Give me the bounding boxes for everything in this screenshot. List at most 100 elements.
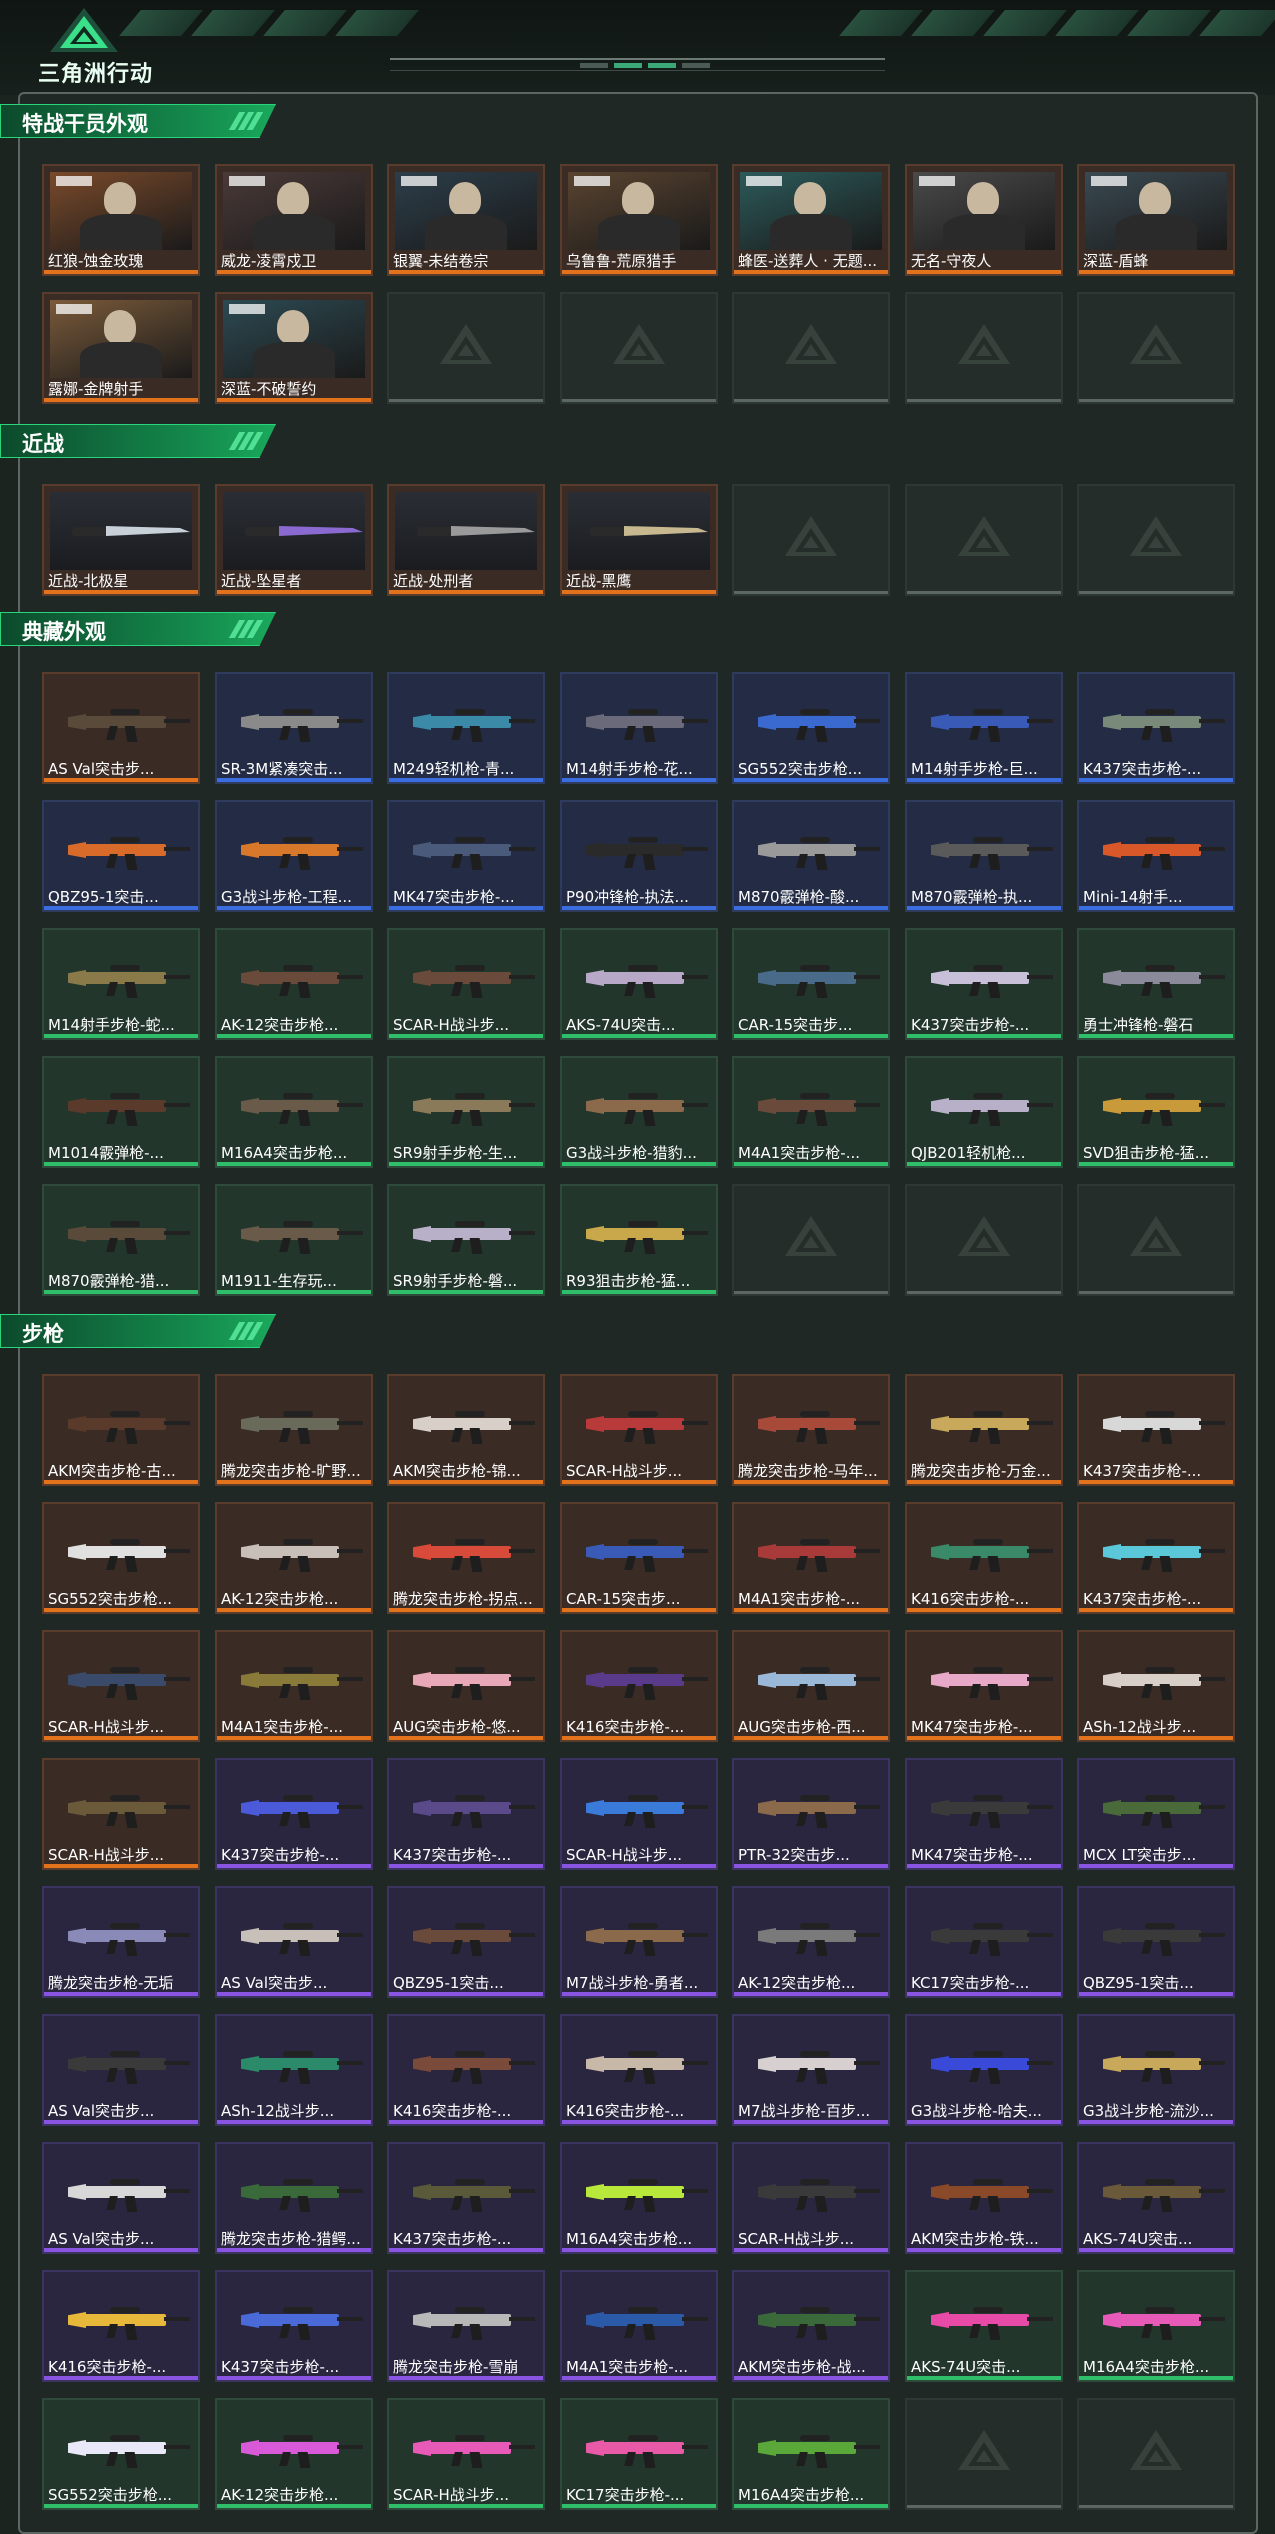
skin-card[interactable]: SCAR-H战斗步... (732, 2142, 890, 2254)
skin-card[interactable]: 腾龙突击步枪-拐点... (387, 1502, 545, 1614)
skin-card[interactable]: K437突击步枪-... (1077, 672, 1235, 784)
skin-card[interactable]: KC17突击步枪-... (560, 2398, 718, 2510)
skin-card[interactable]: QJB201轻机枪... (905, 1056, 1063, 1168)
skin-card[interactable]: AS Val突击步... (42, 2014, 200, 2126)
skin-card[interactable]: M870霰弹枪-猎... (42, 1184, 200, 1296)
skin-card[interactable]: AS Val突击步... (215, 1886, 373, 1998)
skin-card[interactable]: SCAR-H战斗步... (387, 2398, 545, 2510)
skin-card[interactable]: ASh-12战斗步... (1077, 1630, 1235, 1742)
skin-card[interactable]: 乌鲁鲁-荒原猎手 (560, 164, 718, 276)
skin-card[interactable]: PTR-32突击步... (732, 1758, 890, 1870)
skin-card[interactable]: AKM突击步枪-战... (732, 2270, 890, 2382)
skin-card[interactable]: 腾龙突击步枪-万金... (905, 1374, 1063, 1486)
skin-card[interactable]: K416突击步枪-... (42, 2270, 200, 2382)
skin-card[interactable]: SVD狙击步枪-猛... (1077, 1056, 1235, 1168)
skin-card[interactable]: 腾龙突击步枪-雪崩 (387, 2270, 545, 2382)
skin-card[interactable]: AKS-74U突击... (1077, 2142, 1235, 2254)
skin-card[interactable]: G3战斗步枪-猎豹... (560, 1056, 718, 1168)
skin-card[interactable]: KC17突击步枪-... (905, 1886, 1063, 1998)
skin-card[interactable]: SCAR-H战斗步... (42, 1630, 200, 1742)
skin-card[interactable]: M16A4突击步枪... (732, 2398, 890, 2510)
skin-card[interactable]: K416突击步枪-... (905, 1502, 1063, 1614)
skin-card[interactable]: M4A1突击步枪-... (215, 1630, 373, 1742)
skin-card[interactable]: K437突击步枪-... (1077, 1502, 1235, 1614)
skin-card[interactable]: M16A4突击步枪... (560, 2142, 718, 2254)
skin-card[interactable]: M1014霰弹枪-... (42, 1056, 200, 1168)
skin-card[interactable]: M14射手步枪-蛇... (42, 928, 200, 1040)
skin-card[interactable]: SCAR-H战斗步... (387, 928, 545, 1040)
skin-card[interactable]: M16A4突击步枪... (215, 1056, 373, 1168)
skin-card[interactable]: G3战斗步枪-工程... (215, 800, 373, 912)
skin-card[interactable]: CAR-15突击步... (732, 928, 890, 1040)
skin-card[interactable]: 腾龙突击步枪-马年... (732, 1374, 890, 1486)
skin-card[interactable]: M7战斗步枪-百步... (732, 2014, 890, 2126)
skin-card[interactable]: M4A1突击步枪-... (732, 1056, 890, 1168)
skin-card[interactable]: K437突击步枪-... (1077, 1374, 1235, 1486)
skin-card[interactable]: M14射手步枪-巨... (905, 672, 1063, 784)
skin-card[interactable]: 威龙-凌霄戍卫 (215, 164, 373, 276)
skin-card[interactable]: 银翼-未结卷宗 (387, 164, 545, 276)
skin-card[interactable]: AKS-74U突击... (905, 2270, 1063, 2382)
skin-card[interactable]: AUG突击步枪-悠... (387, 1630, 545, 1742)
skin-card[interactable]: QBZ95-1突击... (387, 1886, 545, 1998)
skin-card[interactable]: M16A4突击步枪... (1077, 2270, 1235, 2382)
skin-card[interactable]: QBZ95-1突击... (1077, 1886, 1235, 1998)
skin-card[interactable]: K437突击步枪-... (387, 2142, 545, 2254)
skin-card[interactable]: 深蓝-盾蜂 (1077, 164, 1235, 276)
skin-card[interactable]: AK-12突击步枪... (215, 1502, 373, 1614)
skin-card[interactable]: SR-3M紧凑突击... (215, 672, 373, 784)
skin-card[interactable]: SR9射手步枪-生... (387, 1056, 545, 1168)
skin-card[interactable]: K416突击步枪-... (560, 1630, 718, 1742)
skin-card[interactable]: G3战斗步枪-流沙... (1077, 2014, 1235, 2126)
skin-card[interactable]: 深蓝-不破誓约 (215, 292, 373, 404)
skin-card[interactable]: 近战-坠星者 (215, 484, 373, 596)
skin-card[interactable]: SG552突击步枪... (42, 2398, 200, 2510)
skin-card[interactable]: SCAR-H战斗步... (42, 1758, 200, 1870)
skin-card[interactable]: SR9射手步枪-磐... (387, 1184, 545, 1296)
skin-card[interactable]: 露娜-金牌射手 (42, 292, 200, 404)
skin-card[interactable]: MK47突击步枪-... (905, 1630, 1063, 1742)
skin-card[interactable]: M7战斗步枪-勇者... (560, 1886, 718, 1998)
skin-card[interactable]: M249轻机枪-青... (387, 672, 545, 784)
skin-card[interactable]: 无名-守夜人 (905, 164, 1063, 276)
skin-card[interactable]: SCAR-H战斗步... (560, 1758, 718, 1870)
skin-card[interactable]: AK-12突击步枪... (215, 2398, 373, 2510)
skin-card[interactable]: SG552突击步枪... (732, 672, 890, 784)
skin-card[interactable]: ASh-12战斗步... (215, 2014, 373, 2126)
skin-card[interactable]: 腾龙突击步枪-无垢 (42, 1886, 200, 1998)
skin-card[interactable]: K437突击步枪-... (215, 2270, 373, 2382)
skin-card[interactable]: AKM突击步枪-锦... (387, 1374, 545, 1486)
skin-card[interactable]: QBZ95-1突击... (42, 800, 200, 912)
skin-card[interactable]: 红狼-蚀金玫瑰 (42, 164, 200, 276)
skin-card[interactable]: M4A1突击步枪-... (560, 2270, 718, 2382)
skin-card[interactable]: 腾龙突击步枪-旷野... (215, 1374, 373, 1486)
skin-card[interactable]: Mini-14射手... (1077, 800, 1235, 912)
skin-card[interactable]: M870霰弹枪-酸... (732, 800, 890, 912)
skin-card[interactable]: CAR-15突击步... (560, 1502, 718, 1614)
skin-card[interactable]: 勇士冲锋枪-磐石 (1077, 928, 1235, 1040)
skin-card[interactable]: SG552突击步枪... (42, 1502, 200, 1614)
skin-card[interactable]: AK-12突击步枪... (732, 1886, 890, 1998)
skin-card[interactable]: AK-12突击步枪... (215, 928, 373, 1040)
skin-card[interactable]: AKM突击步枪-古... (42, 1374, 200, 1486)
skin-card[interactable]: 腾龙突击步枪-猎鳄... (215, 2142, 373, 2254)
skin-card[interactable]: K437突击步枪-... (387, 1758, 545, 1870)
skin-card[interactable]: AUG突击步枪-西... (732, 1630, 890, 1742)
skin-card[interactable]: SCAR-H战斗步... (560, 1374, 718, 1486)
skin-card[interactable]: 近战-处刑者 (387, 484, 545, 596)
skin-card[interactable]: AKS-74U突击... (560, 928, 718, 1040)
skin-card[interactable]: K437突击步枪-... (905, 928, 1063, 1040)
skin-card[interactable]: K416突击步枪-... (387, 2014, 545, 2126)
skin-card[interactable]: M870霰弹枪-执... (905, 800, 1063, 912)
skin-card[interactable]: MK47突击步枪-... (905, 1758, 1063, 1870)
skin-card[interactable]: G3战斗步枪-哈夫... (905, 2014, 1063, 2126)
skin-card[interactable]: M4A1突击步枪-... (732, 1502, 890, 1614)
skin-card[interactable]: P90冲锋枪-执法... (560, 800, 718, 912)
skin-card[interactable]: 蜂医-送葬人 · 无题... (732, 164, 890, 276)
skin-card[interactable]: M14射手步枪-花... (560, 672, 718, 784)
skin-card[interactable]: AKM突击步枪-铁... (905, 2142, 1063, 2254)
skin-card[interactable]: R93狙击步枪-猛... (560, 1184, 718, 1296)
skin-card[interactable]: 近战-北极星 (42, 484, 200, 596)
skin-card[interactable]: 近战-黑鹰 (560, 484, 718, 596)
skin-card[interactable]: MK47突击步枪-... (387, 800, 545, 912)
